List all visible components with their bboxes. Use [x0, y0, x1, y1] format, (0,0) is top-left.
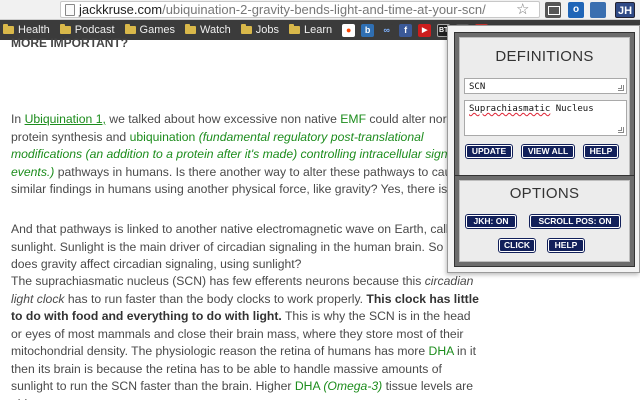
dha-link-2[interactable]: DHA — [295, 379, 320, 393]
bookmark-folder-learn[interactable]: Learn — [289, 24, 332, 36]
folder-icon — [240, 24, 252, 34]
definitions-title: DEFINITIONS — [495, 48, 594, 65]
bookmark-folder-games[interactable]: Games — [124, 24, 176, 36]
resize-handle-icon[interactable] — [618, 85, 624, 91]
jkh-toggle-button[interactable]: JKH: ON — [465, 214, 517, 229]
folder-icon — [124, 24, 136, 34]
definitions-popup: DEFINITIONS SCN Suprachiasmatic Nucleus … — [447, 25, 640, 273]
bookmark-label: Games — [139, 24, 176, 36]
bookmark-label: Watch — [200, 24, 231, 36]
rss-extension-icon[interactable] — [590, 2, 606, 18]
bookmark-folder-jobs[interactable]: Jobs — [240, 24, 280, 36]
click-button[interactable]: CLICK — [498, 238, 536, 253]
definition-textarea[interactable]: Suprachiasmatic Nucleus — [464, 100, 627, 136]
update-button[interactable]: UPDATE — [465, 144, 513, 159]
definitions-panel: DEFINITIONS SCN Suprachiasmatic Nucleus … — [454, 32, 635, 182]
folder-icon — [3, 24, 14, 34]
bookmark-b-icon[interactable]: b — [361, 23, 375, 37]
browser-toolbar: jackkruse.com/ubiquination-2-gravity-ben… — [0, 0, 640, 20]
help-button[interactable]: HELP — [583, 144, 619, 159]
folder-icon — [185, 24, 197, 34]
url-path: /ubiquination-2-gravity-bends-light-and-… — [162, 2, 486, 17]
article-paragraph-3: The suprachiasmatic nucleus (SCN) has fe… — [11, 274, 479, 400]
bookmark-folder-health[interactable]: Health — [3, 24, 50, 36]
folder-icon — [59, 24, 71, 34]
view-all-button[interactable]: VIEW ALL — [521, 144, 575, 159]
emf-link[interactable]: EMF — [340, 112, 366, 126]
page-icon — [65, 3, 75, 16]
ubiquination-1-link[interactable]: Ubiquination 1, — [25, 112, 106, 126]
bookmark-label: Jobs — [255, 24, 280, 36]
article-paragraph-2: And that pathways is linked to another n… — [11, 222, 469, 271]
ubiquination-link[interactable]: ubiquination — [130, 130, 196, 144]
resize-handle-icon[interactable] — [618, 127, 624, 133]
bookmark-label: Health — [18, 24, 50, 36]
bookmark-label: Learn — [304, 24, 333, 36]
options-help-button[interactable]: HELP — [547, 238, 585, 253]
dha-link[interactable]: DHA — [429, 344, 454, 358]
reddit-icon[interactable]: ● — [342, 23, 356, 37]
bookmark-folder-podcast[interactable]: Podcast — [59, 24, 115, 36]
bookmark-star-icon[interactable]: ☆ — [516, 0, 529, 18]
term-input[interactable]: SCN — [464, 78, 627, 94]
mail-extension-icon[interactable] — [545, 2, 561, 18]
jh-extension-button[interactable]: JH — [615, 2, 635, 18]
article-paragraph-1: In Ubiquination 1, we talked about how e… — [11, 112, 474, 196]
bookmark-folder-watch[interactable]: Watch — [185, 24, 231, 36]
outlook-extension-icon[interactable]: o — [568, 2, 584, 18]
options-panel: OPTIONS JKH: ON SCROLL POS: ON CLICK HEL… — [454, 175, 635, 267]
article-heading: MORE IMPORTANT? — [11, 36, 129, 50]
scroll-pos-toggle-button[interactable]: SCROLL POS: ON — [529, 214, 621, 229]
bookmark-label: Podcast — [74, 24, 115, 36]
address-bar[interactable]: jackkruse.com/ubiquination-2-gravity-ben… — [60, 1, 540, 18]
youtube-icon[interactable]: ▶ — [418, 23, 432, 37]
folder-icon — [289, 24, 301, 34]
facebook-icon[interactable]: f — [399, 23, 413, 37]
options-title: OPTIONS — [509, 185, 580, 202]
url-host: jackkruse.com — [79, 2, 163, 17]
infinity-icon[interactable]: ∞ — [380, 23, 394, 37]
